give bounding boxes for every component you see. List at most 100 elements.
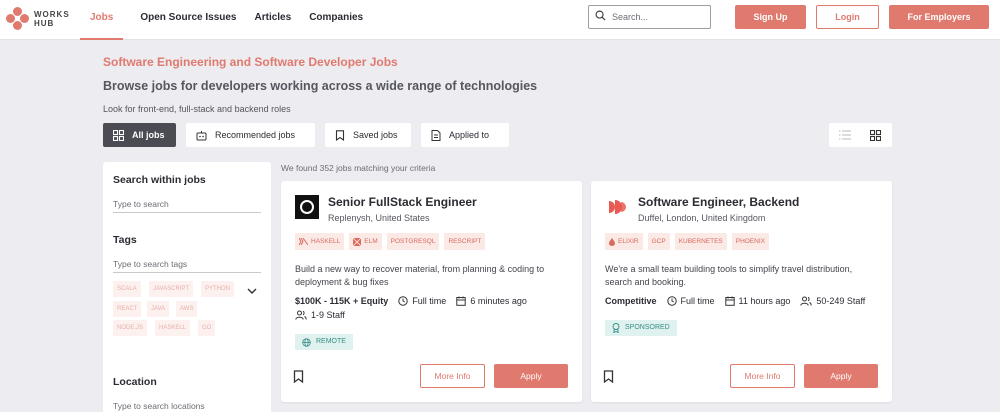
job-salary: Competitive [605,296,657,306]
logo-icon [6,7,30,31]
users-icon [295,310,307,320]
view-toggle [829,123,892,147]
sidebar-tag-nodejs[interactable]: NODE.JS [113,320,148,336]
tab-label: Applied to [449,130,490,140]
top-header: WORKS HUB Jobs Open Source Issues Articl… [0,0,1000,40]
sidebar-tag-haskell[interactable]: HASKELL [155,320,191,336]
chevron-down-icon[interactable] [247,282,257,300]
for-employers-button[interactable]: For Employers [889,5,989,29]
sidebar-tag-python[interactable]: PYTHON [201,281,235,297]
haskell-icon [299,238,308,245]
job-tag[interactable]: KUBERNETES [674,233,727,250]
job-title[interactable]: Software Engineer, Backend [638,195,799,209]
job-tags: ELIXIR GCP KUBERNETES PHOENIX [605,233,774,250]
list-view-button[interactable] [829,123,860,147]
job-tag[interactable]: HASKELL [295,233,345,250]
job-tag[interactable]: POSTGRESQL [386,233,440,250]
main-nav: Jobs Open Source Issues Articles Compani… [80,0,372,40]
sidebar-tag-aws[interactable]: AWS [176,301,198,317]
tab-label: All jobs [132,130,165,140]
job-tag[interactable]: PHOENIX [731,233,770,250]
job-tag[interactable]: ELM [349,233,382,250]
award-icon [612,323,620,333]
tab-applied-to[interactable]: Applied to [421,123,509,147]
job-location: Duffel, London, United Kingdom [638,213,766,223]
job-tag[interactable]: GCP [647,233,670,250]
job-title[interactable]: Senior FullStack Engineer [328,195,477,209]
job-tags: HASKELL ELM POSTGRESQL RESCRIPT [295,233,490,250]
users-icon [800,296,813,306]
bookmark-icon[interactable] [603,370,614,388]
apply-button[interactable]: Apply [804,364,878,388]
tags-heading: Tags [113,234,137,246]
job-tag[interactable]: RESCRIPT [444,233,486,250]
page-title: Software Engineering and Software Develo… [103,55,398,69]
more-info-button[interactable]: More Info [420,364,485,388]
clock-icon [666,296,677,306]
sponsored-badge: SPONSORED [605,320,677,336]
tab-label: Saved jobs [353,130,398,140]
job-type: Full time [412,296,447,306]
job-description: Build a new way to recover material, fro… [295,264,545,287]
globe-icon [302,337,311,347]
nav-jobs[interactable]: Jobs [80,0,124,40]
works-hub-logo[interactable]: WORKS HUB [6,7,70,31]
page-subtitle: Browse jobs for developers working acros… [103,79,538,93]
nav-articles[interactable]: Articles [246,0,301,40]
replenysh-logo [295,195,319,219]
tab-saved-jobs[interactable]: Saved jobs [325,123,411,147]
location-search-input[interactable]: Type to search locations [113,401,261,412]
elm-icon [353,237,362,246]
sign-up-button[interactable]: Sign Up [735,5,806,29]
sidebar-tag-go[interactable]: GO [198,320,216,336]
filter-sidebar: Search within jobs Type to search Tags T… [103,162,271,412]
document-icon [431,129,441,141]
more-info-button[interactable]: More Info [730,364,795,388]
tab-recommended-jobs[interactable]: Recommended jobs [186,123,315,147]
job-card[interactable]: Software Engineer, Backend Duffel, Londo… [591,181,892,402]
grid-icon [870,129,881,141]
job-card[interactable]: Senior FullStack Engineer Replenysh, Uni… [281,181,582,402]
search-icon [595,8,606,26]
apply-button[interactable]: Apply [494,364,568,388]
page-note: Look for front-end, full-stack and backe… [103,104,291,114]
location-heading: Location [113,376,157,388]
bookmark-icon[interactable] [293,370,304,388]
search-input[interactable] [612,12,702,22]
nav-open-source-issues[interactable]: Open Source Issues [131,0,245,40]
logo-text-hub: HUB [34,19,55,28]
list-icon [838,130,851,140]
nav-companies[interactable]: Companies [300,0,372,40]
login-button[interactable]: Login [816,5,879,29]
logo-text-works: WORKS [34,10,70,19]
tab-label: Recommended jobs [215,130,296,140]
remote-badge: REMOTE [295,334,353,350]
calendar-icon [724,296,735,306]
results-count: We found 352 jobs matching your criteria [281,163,436,173]
sidebar-tag-java[interactable]: JAVA [147,301,170,317]
job-posted: 11 hours ago [738,296,791,306]
job-staff: 1-9 Staff [311,310,345,320]
tab-all-jobs[interactable]: All jobs [103,123,176,147]
sidebar-tag-scala[interactable]: SCALA [113,281,141,297]
duffel-logo [605,195,629,219]
job-posted: 6 minutes ago [470,296,527,306]
job-tag[interactable]: ELIXIR [605,233,643,250]
calendar-icon [456,296,467,306]
bookmark-icon [335,129,345,141]
elixir-icon [609,237,615,246]
job-salary: $100K - 115K + Equity [295,296,389,306]
clock-icon [398,296,408,306]
sidebar-tag-react[interactable]: REACT [113,301,142,317]
robot-icon [196,130,207,141]
job-staff: 50-249 Staff [816,296,866,306]
grid-icon [113,129,124,141]
header-search[interactable] [588,5,711,29]
job-description: We're a small team building tools to sim… [605,264,853,287]
job-location: Replenysh, United States [328,213,430,223]
sidebar-tag-javascript[interactable]: JAVASCRIPT [149,281,194,297]
grid-view-button[interactable] [860,123,891,147]
search-within-jobs-heading: Search within jobs [113,174,206,186]
search-within-jobs-input[interactable]: Type to search [113,199,261,213]
tags-search-input[interactable]: Type to search tags [113,259,261,273]
